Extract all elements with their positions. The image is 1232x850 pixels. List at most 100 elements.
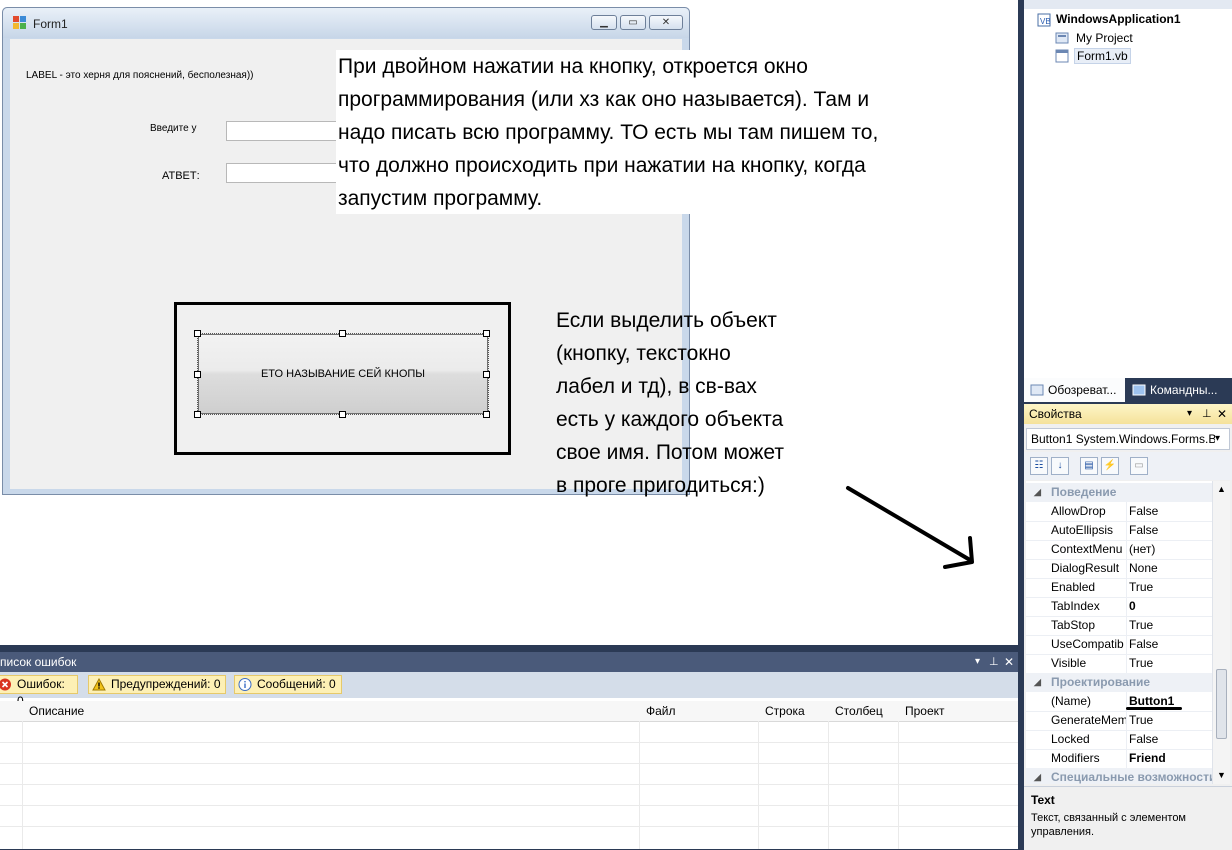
property-row[interactable]: TabIndex 0 — [1026, 597, 1212, 617]
designer-surface: Form1 ▁ ▭ ✕ LABEL - это херня для поясне… — [0, 0, 1018, 645]
description-text: Текст, связанный с элементом управления. — [1031, 812, 1186, 838]
tree-item-my-project[interactable]: My Project — [1076, 31, 1133, 45]
property-grid-scrollbar[interactable]: ▲ ▼ — [1212, 481, 1230, 784]
property-row[interactable]: AutoEllipsis False — [1026, 521, 1212, 541]
label-hint[interactable]: LABEL - это херня для пояснений, бесполе… — [26, 70, 254, 81]
my-project-icon — [1055, 32, 1069, 44]
property-row[interactable]: UseCompatib False — [1026, 635, 1212, 655]
error-list-panel: писок ошибок ▾ ⊥ ✕ Ошибок: 0 Предупрежде… — [0, 652, 1018, 849]
column-file[interactable]: Файл — [646, 701, 676, 721]
close-icon[interactable]: ✕ — [1217, 404, 1227, 424]
scroll-down-icon[interactable]: ▼ — [1217, 770, 1226, 780]
column-column[interactable]: Столбец — [835, 701, 883, 721]
warnings-filter-button[interactable]: Предупреждений: 0 — [88, 675, 226, 694]
form-icon — [13, 16, 26, 29]
selection-frame[interactable] — [197, 333, 489, 415]
column-description[interactable]: Описание — [29, 701, 84, 721]
resize-handle-se[interactable] — [483, 411, 490, 418]
property-row[interactable]: AllowDrop False — [1026, 502, 1212, 522]
command-window-icon — [1132, 384, 1146, 396]
tab-solution-explorer[interactable]: Обозреват... — [1024, 378, 1125, 402]
properties-panel: Свойства ▾ ⊥ ✕ Button1 System.Windows.Fo… — [1024, 404, 1232, 850]
resize-handle-s[interactable] — [339, 411, 346, 418]
label-input-y[interactable]: Введите у — [150, 123, 196, 134]
label-answer[interactable]: АТВЕТ: — [162, 170, 200, 182]
warning-icon — [92, 678, 106, 691]
tab-command-window[interactable]: Командны... — [1126, 378, 1232, 402]
maximize-icon[interactable]: ▭ — [620, 15, 646, 30]
resize-handle-sw[interactable] — [194, 411, 201, 418]
form1-titlebar[interactable]: Form1 ▁ ▭ ✕ — [3, 8, 689, 38]
column-line[interactable]: Строка — [765, 701, 805, 721]
error-list-title-bar[interactable]: писок ошибок ▾ ⊥ ✕ — [0, 652, 1018, 672]
form-file-icon — [1055, 49, 1069, 63]
resize-handle-ne[interactable] — [483, 330, 490, 337]
tree-project[interactable]: WindowsApplication1 — [1056, 12, 1181, 26]
grid-line — [0, 826, 1018, 827]
svg-text:VB: VB — [1040, 17, 1051, 26]
tab-command-window-label: Командны... — [1150, 383, 1218, 397]
description-title: Text — [1031, 793, 1055, 807]
property-row[interactable]: GenerateMem True — [1026, 711, 1212, 731]
annotation-note-object-name: Если выделить объект (кнопку, текстокно … — [556, 309, 784, 497]
object-selector[interactable]: Button1 System.Windows.Forms.B ▾ — [1026, 428, 1230, 450]
properties-title: Свойства — [1029, 407, 1082, 421]
chevron-down-icon[interactable]: ▾ — [1215, 429, 1227, 449]
properties-toolbar: ☷ ↓ ▤ ⚡ ▭ — [1024, 452, 1232, 480]
scroll-up-icon[interactable]: ▲ — [1217, 484, 1226, 494]
property-row[interactable]: TabStop True — [1026, 616, 1212, 636]
dropdown-icon[interactable]: ▾ — [975, 652, 980, 672]
grid-line — [828, 721, 829, 849]
resize-handle-n[interactable] — [339, 330, 346, 337]
error-list-title: писок ошибок — [0, 655, 77, 669]
category-accessibility[interactable]: ◢ Специальные возможности — [1026, 768, 1212, 784]
alphabetical-icon[interactable]: ↓ — [1051, 457, 1069, 475]
property-row[interactable]: Modifiers Friend — [1026, 749, 1212, 769]
category-behavior[interactable]: ◢ Поведение — [1026, 483, 1212, 502]
textbox-y[interactable] — [226, 121, 346, 141]
property-grid: ◢ Поведение AllowDrop False AutoEllipsis Fa… — [1026, 481, 1212, 784]
close-icon[interactable]: ✕ — [1004, 652, 1014, 672]
scroll-thumb[interactable] — [1216, 669, 1227, 739]
tab-solution-explorer-label: Обозреват... — [1048, 383, 1117, 397]
solution-panel-tabs: Обозреват... Командны... — [1024, 378, 1232, 402]
errors-filter-button[interactable]: Ошибок: 0 — [0, 675, 78, 708]
properties-title-bar[interactable]: Свойства ▾ ⊥ ✕ — [1024, 404, 1232, 424]
close-icon[interactable]: ✕ — [649, 15, 683, 30]
property-row[interactable]: Locked False — [1026, 730, 1212, 750]
minimize-icon[interactable]: ▁ — [591, 15, 617, 30]
info-icon — [238, 678, 252, 691]
error-list-header: Описание Файл Строка Столбец Проект — [0, 701, 1018, 722]
grid-line — [898, 721, 899, 849]
form1-title: Form1 — [33, 17, 68, 31]
hand-drawn-arrow — [846, 486, 974, 569]
property-pages-icon[interactable]: ▭ — [1130, 457, 1148, 475]
property-row[interactable]: ContextMenu (нет) — [1026, 540, 1212, 560]
resize-handle-e[interactable] — [483, 371, 490, 378]
resize-handle-w[interactable] — [194, 371, 201, 378]
property-row[interactable]: Visible True — [1026, 654, 1212, 674]
error-icon — [0, 678, 11, 691]
solution-toolbar — [1024, 0, 1232, 9]
property-row[interactable]: DialogResult None — [1026, 559, 1212, 579]
grid-line — [22, 721, 23, 849]
solution-explorer: VB WindowsApplication1 My Project Form1.… — [1024, 0, 1232, 378]
events-icon[interactable]: ⚡ — [1101, 457, 1119, 475]
grid-line — [0, 742, 1018, 743]
textbox-answer[interactable] — [226, 163, 346, 183]
column-project[interactable]: Проект — [905, 701, 945, 721]
property-row[interactable]: (Name) Button1 — [1026, 692, 1212, 712]
tree-item-form1-vb[interactable]: Form1.vb — [1074, 48, 1131, 64]
category-design[interactable]: ◢ Проектирование — [1026, 673, 1212, 692]
error-list-toolbar: Ошибок: 0 Предупреждений: 0 Сообщений: 0 — [0, 672, 1018, 708]
properties-icon[interactable]: ▤ — [1080, 457, 1098, 475]
pin-icon[interactable]: ⊥ — [1202, 404, 1212, 424]
resize-handle-nw[interactable] — [194, 330, 201, 337]
messages-filter-button[interactable]: Сообщений: 0 — [234, 675, 342, 694]
hand-drawn-underline — [1126, 707, 1182, 710]
grid-line — [639, 721, 640, 849]
categorized-icon[interactable]: ☷ — [1030, 457, 1048, 475]
dropdown-icon[interactable]: ▾ — [1187, 404, 1192, 424]
property-row[interactable]: Enabled True — [1026, 578, 1212, 598]
pin-icon[interactable]: ⊥ — [989, 652, 999, 672]
